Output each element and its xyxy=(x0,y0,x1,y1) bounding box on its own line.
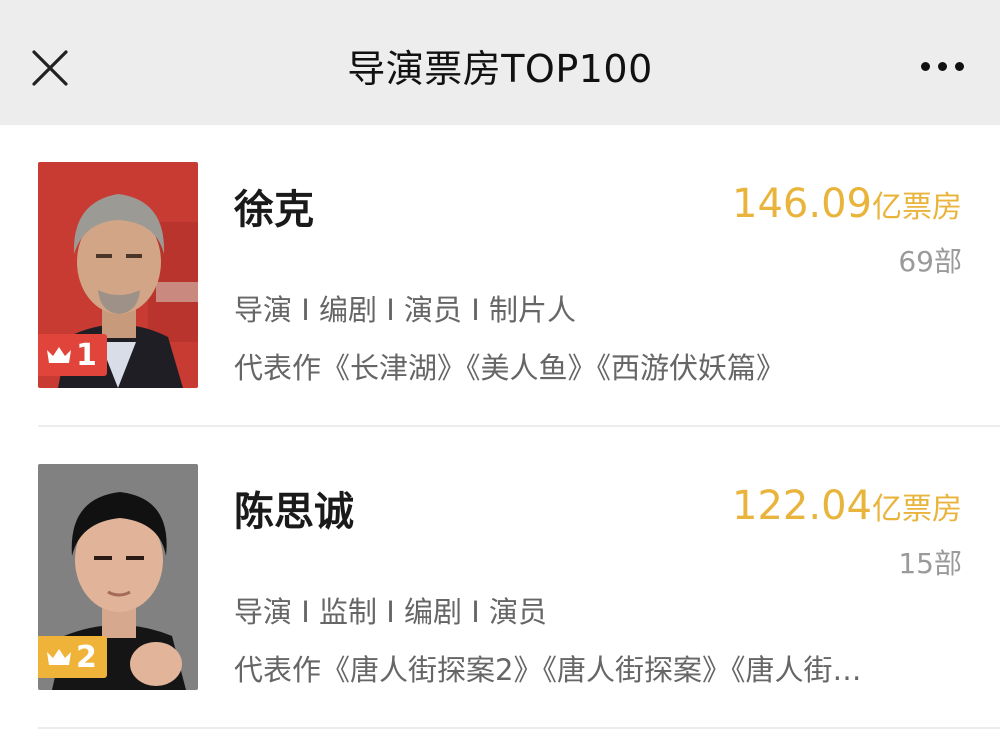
avatar[interactable]: 2 xyxy=(38,464,198,690)
director-ranking-list: 1 徐克 146.09亿票房 69部 导演 I 编剧 I 演员 I 制片人 代表… xyxy=(0,125,1000,729)
film-count: 69部 xyxy=(898,245,962,278)
navigation-bar: 导演票房TOP100 xyxy=(0,0,1000,125)
director-name: 陈思诚 xyxy=(234,489,354,535)
box-office-value: 146.09 xyxy=(732,181,872,227)
crown-icon xyxy=(47,649,71,665)
more-options-button[interactable] xyxy=(912,44,972,88)
representative-works: 代表作《长津湖》《美人鱼》《西游伏妖篇》 xyxy=(234,351,786,385)
director-roles: 导演 I 监制 I 编剧 I 演员 xyxy=(234,595,547,629)
rank-number: 1 xyxy=(76,337,97,373)
more-dot-icon xyxy=(937,61,947,71)
director-name: 徐克 xyxy=(234,187,314,233)
list-item[interactable]: 2 陈思诚 122.04亿票房 15部 导演 I 监制 I 编剧 I 演员 代表… xyxy=(0,427,1000,729)
crown-icon xyxy=(47,347,71,363)
representative-works: 代表作《唐人街探案2》《唐人街探案》《唐人街… xyxy=(234,653,862,687)
avatar[interactable]: 1 xyxy=(38,162,198,388)
film-count: 15部 xyxy=(898,547,962,580)
box-office-value: 122.04 xyxy=(732,483,872,529)
list-item[interactable]: 1 徐克 146.09亿票房 69部 导演 I 编剧 I 演员 I 制片人 代表… xyxy=(0,125,1000,427)
box-office: 146.09亿票房 xyxy=(732,181,962,227)
page-title: 导演票房TOP100 xyxy=(347,47,653,91)
rank-number: 2 xyxy=(76,639,97,675)
rank-badge: 1 xyxy=(38,334,107,376)
rank-badge: 2 xyxy=(38,636,107,678)
box-office-unit: 亿票房 xyxy=(872,190,962,225)
box-office-unit: 亿票房 xyxy=(872,492,962,527)
row-divider xyxy=(38,727,1000,729)
more-dot-icon xyxy=(954,61,964,71)
director-roles: 导演 I 编剧 I 演员 I 制片人 xyxy=(234,293,576,327)
more-dot-icon xyxy=(920,61,930,71)
box-office: 122.04亿票房 xyxy=(732,483,962,529)
